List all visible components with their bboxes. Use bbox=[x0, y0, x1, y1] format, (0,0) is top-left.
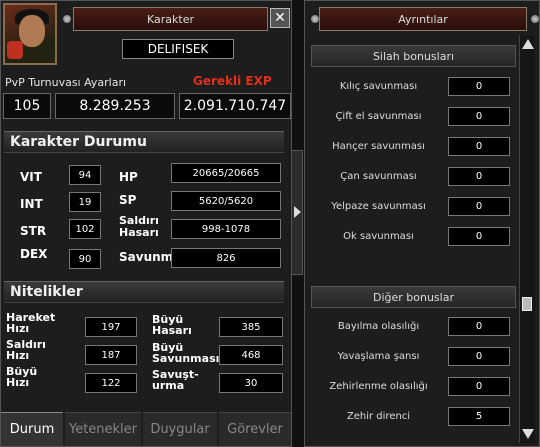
scroll-thumb[interactable] bbox=[522, 297, 532, 311]
details-scrollbar[interactable] bbox=[519, 35, 535, 443]
pin-icon bbox=[311, 15, 319, 23]
required-exp-label: Gerekli EXP bbox=[193, 74, 272, 88]
pvp-settings-label: PvP Turnuvası Ayarları bbox=[5, 76, 127, 89]
magic-defense-label-2: Savunması bbox=[152, 352, 220, 365]
detail-row-value: 0 bbox=[448, 137, 510, 156]
pin-icon bbox=[63, 15, 71, 23]
detail-row-value: 0 bbox=[448, 377, 510, 396]
detail-row-label: Zehirlenme olasılığı bbox=[329, 381, 428, 392]
defense-label: Savunm bbox=[119, 250, 174, 264]
detail-row-value: 5 bbox=[448, 407, 510, 426]
defense-value: 826 bbox=[171, 248, 281, 268]
str-label: STR bbox=[20, 224, 47, 238]
magic-attack-value: 385 bbox=[219, 317, 283, 337]
sp-label: SP bbox=[119, 193, 137, 207]
detail-row-label: Zehir direnci bbox=[346, 411, 411, 422]
move-speed-value: 197 bbox=[85, 317, 137, 337]
character-portrait bbox=[3, 3, 57, 65]
pvp-value: 105 bbox=[3, 93, 51, 119]
magic-defense-value: 468 bbox=[219, 345, 283, 365]
dex-label: DEX bbox=[20, 247, 48, 261]
str-value: 102 bbox=[69, 219, 101, 239]
detail-row-label: Yelpaze savunması bbox=[331, 201, 426, 212]
detail-row-label: Bayılma olasılığı bbox=[337, 321, 420, 332]
detail-row-label: Yavaşlama şansı bbox=[337, 351, 420, 362]
dodge-value: 30 bbox=[219, 373, 283, 393]
attack-speed-value: 187 bbox=[85, 345, 137, 365]
attack-speed-label-2: Hızı bbox=[6, 349, 30, 362]
detail-row-value: 0 bbox=[448, 317, 510, 336]
close-button[interactable]: ✕ bbox=[270, 8, 290, 28]
detail-row-label: Çan savunması bbox=[340, 171, 417, 182]
vit-label: VIT bbox=[20, 170, 42, 184]
scroll-down-icon[interactable] bbox=[522, 429, 534, 439]
hp-label: HP bbox=[119, 170, 138, 184]
detail-row-value: 0 bbox=[448, 197, 510, 216]
detail-row-value: 0 bbox=[448, 77, 510, 96]
attributes-header: Nitelikler bbox=[4, 281, 284, 303]
detail-row-label: Hançer savunması bbox=[332, 141, 425, 152]
character-window-title[interactable]: Karakter bbox=[73, 7, 268, 31]
detail-row-value: 0 bbox=[448, 167, 510, 186]
tab-yetenekler[interactable]: Yetenekler bbox=[65, 412, 141, 446]
dodge-label-2: urma bbox=[152, 379, 185, 392]
portrait-face bbox=[19, 15, 45, 47]
move-speed-label-2: Hızı bbox=[6, 322, 30, 335]
detail-row-value: 0 bbox=[448, 227, 510, 246]
character-window: Karakter ✕ DELIFISEK PvP Turnuvası Ayarl… bbox=[0, 0, 292, 447]
close-icon: ✕ bbox=[274, 10, 286, 26]
dex-value: 90 bbox=[69, 249, 101, 269]
int-value: 19 bbox=[69, 192, 101, 212]
magic-attack-label-2: Hasarı bbox=[152, 324, 192, 337]
expand-details-handle[interactable] bbox=[291, 150, 303, 275]
attack-label-2: Hasarı bbox=[119, 226, 159, 239]
attack-value: 998-1078 bbox=[171, 219, 281, 239]
detail-row-label: Kılıç savunması bbox=[339, 81, 418, 92]
other-bonuses-header: Diğer bonuslar bbox=[311, 286, 516, 308]
int-label: INT bbox=[20, 197, 43, 211]
hp-value: 20665/20665 bbox=[171, 163, 281, 183]
detail-row-value: 0 bbox=[448, 107, 510, 126]
sp-value: 5620/5620 bbox=[171, 191, 281, 211]
details-window-title[interactable]: Ayrıntılar bbox=[319, 7, 527, 31]
required-exp-value: 2.091.710.747 bbox=[179, 93, 291, 119]
weapon-bonuses-header: Silah bonusları bbox=[311, 45, 516, 67]
portrait-glove bbox=[7, 41, 23, 59]
tab-gorevler[interactable]: Görevler bbox=[219, 412, 291, 446]
pin-icon bbox=[531, 15, 539, 23]
details-window: Ayrıntılar Silah bonusları Kılıç savunma… bbox=[304, 0, 540, 447]
detail-row-value: 0 bbox=[448, 347, 510, 366]
detail-row-label: Ok savunması bbox=[343, 231, 414, 242]
character-status-header: Karakter Durumu bbox=[4, 131, 284, 153]
chevron-right-icon bbox=[294, 206, 301, 218]
vit-value: 94 bbox=[69, 165, 101, 185]
attack-label-1: Saldırı bbox=[119, 214, 159, 227]
magic-speed-value: 122 bbox=[85, 373, 137, 393]
exp-value: 8.289.253 bbox=[55, 93, 175, 119]
detail-row-label: Çift el savunması bbox=[335, 111, 422, 122]
character-name: DELIFISEK bbox=[122, 39, 234, 59]
magic-speed-label-2: Hızı bbox=[6, 376, 30, 389]
tab-duygular[interactable]: Duygular bbox=[143, 412, 217, 446]
tab-durum[interactable]: Durum bbox=[1, 412, 63, 446]
scroll-up-icon[interactable] bbox=[522, 39, 534, 49]
